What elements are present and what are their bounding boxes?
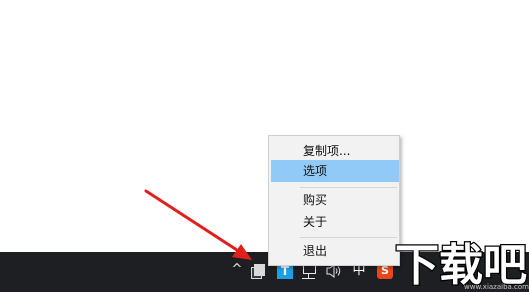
menu-item-copy-items[interactable]: 复制项... [271,140,399,162]
menu-item-exit[interactable]: 退出 [271,240,399,262]
annotation-arrow-icon [144,189,252,260]
network-base-shape [302,278,315,279]
copy-icon-front [254,264,265,276]
menu-item-about[interactable]: 关于 [271,211,399,233]
menu-item-options[interactable]: 选项 [271,160,399,182]
watermark-url: www.xiazaiba.com [464,283,529,291]
screen: ^ T 中 S 复制项... 选项 购买 关于 退出 下载吧 www.xiaza… [0,0,529,292]
tray-context-menu: 复制项... 选项 购买 关于 退出 [268,135,400,266]
menu-separator [300,187,397,188]
clipboard-app-tray-icon[interactable] [251,264,265,279]
menu-separator [300,237,397,238]
menu-item-buy[interactable]: 购买 [271,189,399,211]
